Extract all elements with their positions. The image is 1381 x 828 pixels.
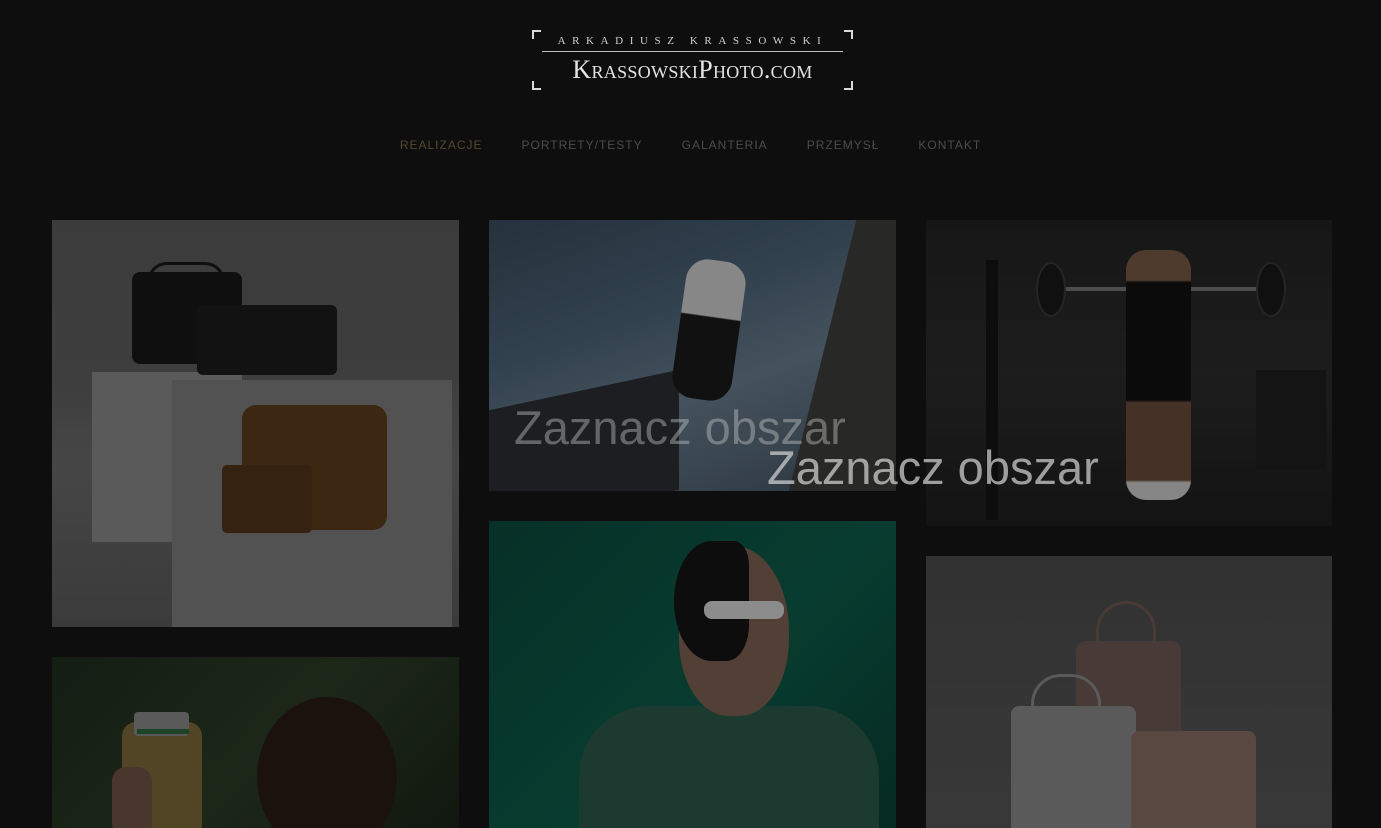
gallery-tile-handbags[interactable] — [926, 556, 1332, 828]
gallery-tile-leather-bags[interactable] — [52, 220, 459, 627]
logo-divider — [542, 51, 843, 52]
nav-item-portrety-testy[interactable]: PORTRETY/TESTY — [522, 137, 643, 153]
logo-tagline: ARKADIUSZ KRASSOWSKI — [557, 35, 828, 47]
gallery-tile-juice-bottle[interactable] — [52, 657, 459, 828]
tile-dim-overlay — [489, 521, 896, 828]
tile-dim-overlay — [926, 556, 1332, 828]
nav-item-realizacje[interactable]: REALIZACJE — [400, 137, 483, 153]
nav-item-kontakt[interactable]: KONTAKT — [918, 137, 981, 153]
gallery-tile-gym-athlete[interactable] — [926, 220, 1332, 526]
site-logo[interactable]: ARKADIUSZ KRASSOWSKI KrassowskiPhoto.com — [532, 30, 853, 90]
gallery-tile-woman-sunglasses[interactable] — [489, 521, 896, 828]
logo-wordmark: KrassowskiPhoto.com — [572, 55, 813, 84]
nav-item-galanteria[interactable]: GALANTERIA — [682, 137, 768, 153]
tile-dim-overlay — [52, 657, 459, 828]
tile-dim-overlay — [489, 220, 896, 491]
nav-item-przemysl[interactable]: PRZEMYSŁ — [807, 137, 880, 153]
main-navigation: REALIZACJE PORTRETY/TESTY GALANTERIA PRZ… — [0, 137, 1381, 153]
tile-dim-overlay — [926, 220, 1332, 526]
gallery-tile-jumping-man[interactable] — [489, 220, 896, 491]
tile-dim-overlay — [52, 220, 459, 627]
